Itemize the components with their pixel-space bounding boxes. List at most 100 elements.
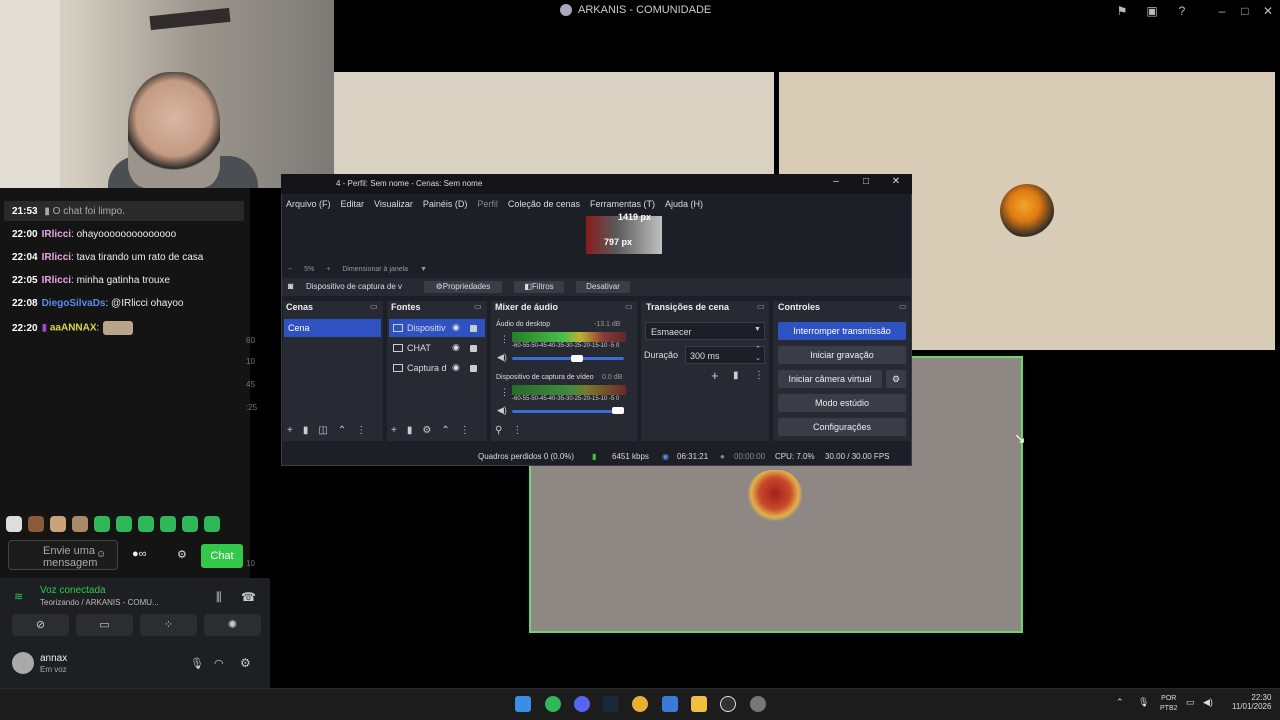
lock-icon[interactable] bbox=[470, 365, 477, 372]
more-icon[interactable]: ⋮ bbox=[512, 425, 522, 436]
copy-icon[interactable]: ◫ bbox=[318, 425, 327, 436]
trash-icon[interactable]: ▮ bbox=[733, 370, 739, 381]
microphone-icon[interactable]: 🎙 bbox=[190, 657, 204, 670]
screen-share-button[interactable]: ▭ bbox=[76, 614, 133, 636]
file-explorer-icon[interactable] bbox=[691, 696, 707, 712]
more-icon[interactable]: ⋮ bbox=[460, 425, 470, 436]
chat-username[interactable]: IRlicci bbox=[42, 229, 71, 240]
volume-icon[interactable]: ◀) bbox=[1203, 697, 1213, 708]
move-up-icon[interactable]: ⌃ bbox=[338, 425, 346, 436]
start-virtual-camera-button[interactable]: Iniciar câmera virtual bbox=[778, 370, 882, 388]
help-icon[interactable]: ? bbox=[1174, 3, 1190, 19]
more-icon[interactable]: ⋮ bbox=[754, 370, 764, 381]
emote-icon[interactable] bbox=[28, 516, 44, 532]
maximize-icon[interactable]: □ bbox=[1237, 3, 1253, 19]
chat-username[interactable]: DiegoSilvaDs bbox=[42, 298, 106, 309]
trash-icon[interactable]: ▮ bbox=[303, 425, 309, 436]
emote-icon[interactable] bbox=[116, 516, 132, 532]
undock-icon[interactable]: ▭ bbox=[474, 302, 482, 311]
visibility-eye-icon[interactable]: ◉ bbox=[452, 362, 460, 373]
visibility-eye-icon[interactable]: ◉ bbox=[452, 342, 460, 353]
virtual-camera-settings-icon[interactable]: ⚙ bbox=[886, 370, 906, 388]
obs-close-icon[interactable]: ✕ bbox=[886, 176, 906, 187]
emote-icon[interactable] bbox=[72, 516, 88, 532]
speaker-icon[interactable]: ◀) bbox=[497, 352, 507, 363]
bits-icon[interactable]: ●∞ bbox=[132, 548, 147, 560]
close-icon[interactable]: ✕ bbox=[1260, 3, 1276, 19]
voice-status[interactable]: Voz conectada bbox=[40, 585, 106, 596]
whatsapp-icon[interactable] bbox=[545, 696, 561, 712]
volume-slider[interactable] bbox=[512, 357, 624, 360]
emoji-icon[interactable]: ☺ bbox=[96, 549, 106, 560]
scene-list-item[interactable]: Cena bbox=[284, 319, 381, 337]
tray-chevron-icon[interactable]: ⌃ bbox=[1116, 697, 1124, 708]
activities-button[interactable]: ⁘ bbox=[140, 614, 197, 636]
chat-send-button[interactable]: Chat bbox=[201, 544, 243, 568]
volume-knob[interactable] bbox=[571, 355, 583, 362]
add-icon[interactable]: + bbox=[391, 425, 397, 436]
menu-scene-collection[interactable]: Coleção de cenas bbox=[508, 196, 580, 212]
settings-button[interactable]: Configurações bbox=[778, 418, 906, 436]
menu-docks[interactable]: Painéis (D) bbox=[423, 196, 468, 212]
mixer-menu-icon[interactable]: ⋮ bbox=[500, 387, 509, 398]
transition-select[interactable]: Esmaecer bbox=[645, 322, 765, 340]
minimize-icon[interactable]: – bbox=[1214, 3, 1230, 19]
start-menu-icon[interactable] bbox=[515, 696, 531, 712]
steam-icon[interactable] bbox=[603, 696, 619, 712]
advanced-audio-icon[interactable]: ⚲ bbox=[495, 425, 502, 436]
photos-icon[interactable] bbox=[662, 696, 678, 712]
obs-maximize-icon[interactable]: □ bbox=[856, 176, 876, 187]
tray-mic-icon[interactable]: 🎙 bbox=[1138, 697, 1149, 708]
emote-icon[interactable] bbox=[50, 516, 66, 532]
filters-button[interactable]: ◧Filtros bbox=[514, 281, 564, 293]
obs-icon[interactable] bbox=[720, 696, 736, 712]
chat-username[interactable]: IRlicci bbox=[42, 275, 71, 286]
menu-help[interactable]: Ajuda (H) bbox=[665, 196, 703, 212]
clock[interactable]: 22:30 11/01/2026 bbox=[1232, 693, 1271, 711]
language-indicator[interactable]: POR PTB2 bbox=[1160, 694, 1178, 714]
duration-stepper[interactable]: ⌃ ⌄ bbox=[755, 345, 761, 363]
lock-icon[interactable] bbox=[470, 345, 477, 352]
user-name[interactable]: annax bbox=[40, 653, 67, 664]
disconnect-icon[interactable]: ☎ bbox=[241, 590, 256, 604]
speaker-icon[interactable]: ◀) bbox=[497, 405, 507, 416]
network-icon[interactable]: ▭ bbox=[1186, 697, 1195, 708]
add-icon[interactable]: + bbox=[287, 425, 293, 436]
menu-view[interactable]: Visualizar bbox=[374, 196, 413, 212]
undock-icon[interactable]: ▭ bbox=[757, 302, 765, 311]
emote-icon[interactable] bbox=[94, 516, 110, 532]
chrome-icon[interactable] bbox=[632, 696, 648, 712]
settings-icon[interactable] bbox=[750, 696, 766, 712]
obs-minimize-icon[interactable]: – bbox=[826, 176, 846, 187]
undock-icon[interactable]: ▭ bbox=[625, 302, 633, 311]
zoom-out-button[interactable]: − bbox=[288, 264, 292, 276]
studio-mode-button[interactable]: Modo estúdio bbox=[778, 394, 906, 412]
emote-icon[interactable] bbox=[204, 516, 220, 532]
emote-icon[interactable] bbox=[138, 516, 154, 532]
menu-tools[interactable]: Ferramentas (T) bbox=[590, 196, 655, 212]
menu-edit[interactable]: Editar bbox=[341, 196, 365, 212]
duration-input[interactable]: 300 ms bbox=[685, 346, 765, 364]
zoom-dropdown-icon[interactable]: ▼ bbox=[420, 264, 427, 276]
avatar[interactable] bbox=[12, 652, 34, 674]
pin-icon[interactable]: ⚑ bbox=[1114, 3, 1130, 19]
chat-username[interactable]: aaANNAX bbox=[50, 323, 97, 334]
visibility-eye-icon[interactable]: ◉ bbox=[452, 322, 460, 333]
voice-channel[interactable]: Teorizando / ARKANIS - COMU... bbox=[40, 598, 159, 607]
settings-gear-icon[interactable]: ⚙ bbox=[177, 548, 187, 561]
emote-icon[interactable] bbox=[160, 516, 176, 532]
camera-off-button[interactable]: ⊘ bbox=[12, 614, 69, 636]
start-recording-button[interactable]: Iniciar gravação bbox=[778, 346, 906, 364]
soundboard-icon[interactable]: ⫼ bbox=[216, 590, 222, 605]
inbox-icon[interactable]: ▣ bbox=[1144, 3, 1160, 19]
emote-icon[interactable] bbox=[6, 516, 22, 532]
menu-profile[interactable]: Perfil bbox=[477, 196, 498, 212]
user-settings-icon[interactable]: ⚙ bbox=[240, 656, 251, 670]
undock-icon[interactable]: ▭ bbox=[899, 302, 907, 311]
gear-icon[interactable]: ⚙ bbox=[422, 425, 431, 436]
volume-knob[interactable] bbox=[612, 407, 624, 414]
volume-slider[interactable] bbox=[512, 410, 624, 413]
more-icon[interactable]: ⋮ bbox=[356, 425, 366, 436]
lock-icon[interactable] bbox=[470, 325, 477, 332]
undock-icon[interactable]: ▭ bbox=[370, 302, 378, 311]
